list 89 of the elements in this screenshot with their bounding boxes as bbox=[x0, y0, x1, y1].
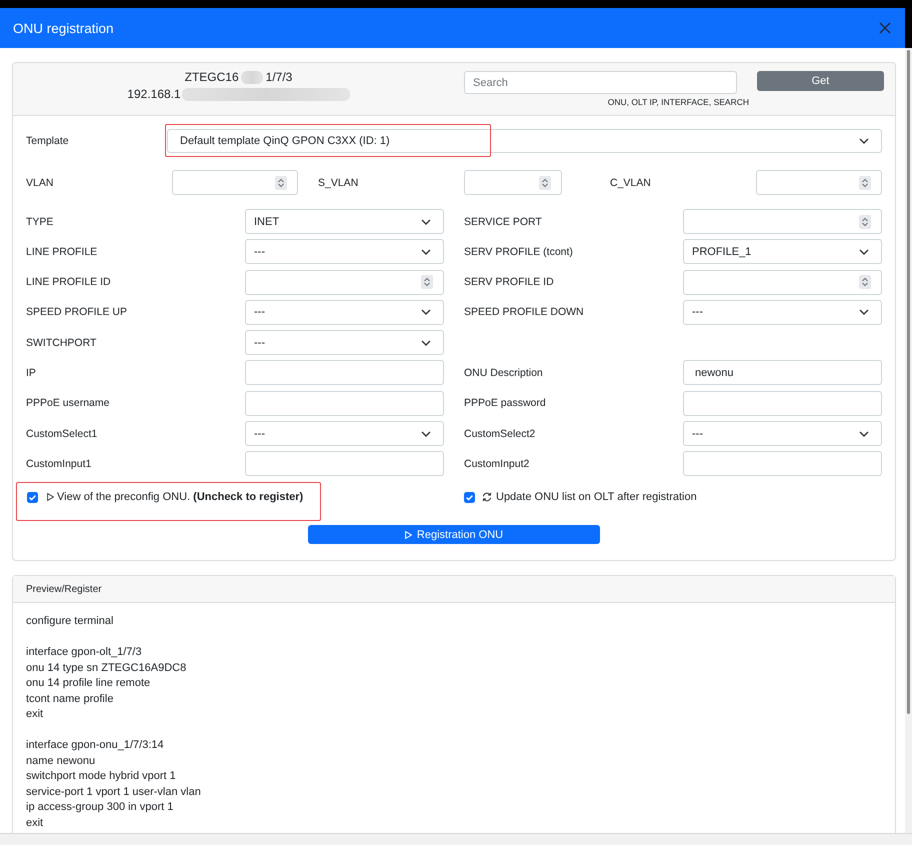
field-label: SERV PROFILE ID bbox=[464, 276, 554, 288]
spinner-icon bbox=[275, 176, 287, 190]
code-line: ip access-group 300 in vport 1 bbox=[26, 800, 174, 816]
field-label: PPPoE username bbox=[26, 397, 110, 410]
code-line: exit bbox=[26, 816, 44, 831]
code-line: interface gpon-onu_1/7/3:14 bbox=[26, 738, 164, 754]
code-line: configure terminal bbox=[26, 614, 114, 630]
spinner-icon bbox=[859, 275, 871, 290]
template-select[interactable]: Default template QinQ GPON C3XX (ID: 1) bbox=[167, 129, 882, 153]
chevron-icon bbox=[859, 248, 869, 255]
triangle-icon bbox=[47, 493, 54, 502]
triangle-icon bbox=[404, 530, 412, 539]
field-label: LINE PROFILE ID bbox=[26, 276, 111, 288]
dialog-title: ONU registration bbox=[13, 20, 114, 36]
spinner-icon bbox=[859, 214, 871, 228]
scrollbar-thumb[interactable] bbox=[907, 50, 910, 714]
checkbox[interactable] bbox=[27, 492, 38, 503]
device-address: 192.168.1 bbox=[127, 86, 181, 103]
code-line: interface gpon-olt_1/7/3 bbox=[26, 645, 142, 660]
number-field[interactable] bbox=[464, 170, 562, 195]
code-line: name newonu bbox=[26, 754, 96, 769]
device-port: 1/7/3 bbox=[266, 69, 292, 86]
select-field[interactable]: --- bbox=[245, 239, 444, 264]
checkbox[interactable] bbox=[464, 492, 475, 503]
field-label: LINE PROFILE bbox=[26, 246, 98, 258]
field-label: ONU Description bbox=[464, 366, 543, 379]
number-field[interactable] bbox=[683, 270, 882, 295]
text-field[interactable]: newonu bbox=[683, 360, 882, 386]
code-line: onu 14 type sn ZTEGC16A9DC8 bbox=[26, 660, 186, 676]
select-field[interactable]: PROFILE_1 bbox=[683, 239, 882, 264]
number-field[interactable] bbox=[756, 170, 882, 195]
register-button[interactable]: Registration ONU bbox=[308, 525, 600, 544]
field-label: C_VLAN bbox=[610, 176, 651, 188]
chevron-icon bbox=[421, 248, 431, 255]
spinner-icon bbox=[421, 275, 433, 290]
select-field[interactable]: --- bbox=[245, 330, 444, 356]
spinner-icon bbox=[539, 176, 551, 190]
chevron-icon bbox=[859, 430, 869, 437]
text-field[interactable] bbox=[245, 360, 444, 386]
field-label: SPEED PROFILE UP bbox=[26, 306, 127, 318]
select-field[interactable]: --- bbox=[245, 300, 444, 325]
search-field[interactable]: Search bbox=[464, 71, 737, 94]
refresh-icon bbox=[482, 492, 492, 502]
field-label: Template bbox=[26, 135, 69, 147]
close-button[interactable] bbox=[879, 22, 891, 34]
field-label: VLAN bbox=[26, 176, 54, 188]
field-label: CustomSelect1 bbox=[26, 428, 98, 440]
field-label: SPEED PROFILE DOWN bbox=[464, 306, 584, 318]
text-field[interactable] bbox=[245, 390, 444, 416]
chevron-icon bbox=[421, 218, 431, 224]
number-field[interactable] bbox=[172, 170, 298, 195]
code-line: exit bbox=[26, 707, 44, 722]
number-field[interactable] bbox=[683, 209, 882, 234]
select-field[interactable]: --- bbox=[683, 421, 882, 446]
code-line: tcont name profile bbox=[26, 692, 114, 707]
get-button[interactable]: Get bbox=[757, 71, 884, 91]
chevron-icon bbox=[859, 138, 869, 144]
select-field[interactable]: --- bbox=[245, 421, 444, 446]
select-field[interactable]: INET bbox=[245, 209, 444, 234]
chevron-icon bbox=[421, 340, 431, 346]
chevron-icon bbox=[421, 430, 431, 437]
option-label: Update ONU list on OLT after registration bbox=[496, 491, 697, 504]
spinner-icon bbox=[859, 176, 871, 190]
field-label: SERVICE PORT bbox=[464, 216, 542, 228]
close-icon bbox=[879, 22, 891, 34]
field-label: IP bbox=[26, 366, 36, 379]
code-line: service-port 1 vport 1 user-vlan vlan bbox=[26, 784, 201, 800]
panel-header: Preview/Register bbox=[13, 576, 895, 604]
text-field[interactable] bbox=[245, 451, 444, 476]
scrollbar-track[interactable] bbox=[905, 48, 912, 833]
option-label: View of the preconfig ONU. (Uncheck to register) bbox=[57, 491, 304, 504]
device-serial: ZTEGC16 bbox=[184, 69, 239, 86]
text-field[interactable] bbox=[683, 451, 882, 476]
field-label: CustomInput1 bbox=[26, 458, 92, 470]
search-hint: ONU, OLT IP, INTERFACE, SEARCH bbox=[608, 97, 749, 109]
field-label: S_VLAN bbox=[318, 176, 358, 188]
text-field[interactable] bbox=[683, 390, 882, 416]
field-label: CustomSelect2 bbox=[464, 428, 536, 440]
number-field[interactable] bbox=[245, 270, 444, 295]
code-line: onu 14 profile line remote bbox=[26, 676, 150, 692]
chevron-icon bbox=[859, 309, 869, 316]
chevron-icon bbox=[421, 309, 431, 316]
field-label: TYPE bbox=[26, 216, 54, 228]
field-label: SERV PROFILE (tcont) bbox=[464, 246, 573, 258]
field-label: SWITCHPORT bbox=[26, 336, 96, 349]
code-line: switchport mode hybrid vport 1 bbox=[26, 769, 176, 784]
select-field[interactable]: --- bbox=[683, 300, 882, 325]
field-label: CustomInput2 bbox=[464, 458, 530, 470]
field-label: PPPoE password bbox=[464, 397, 546, 410]
